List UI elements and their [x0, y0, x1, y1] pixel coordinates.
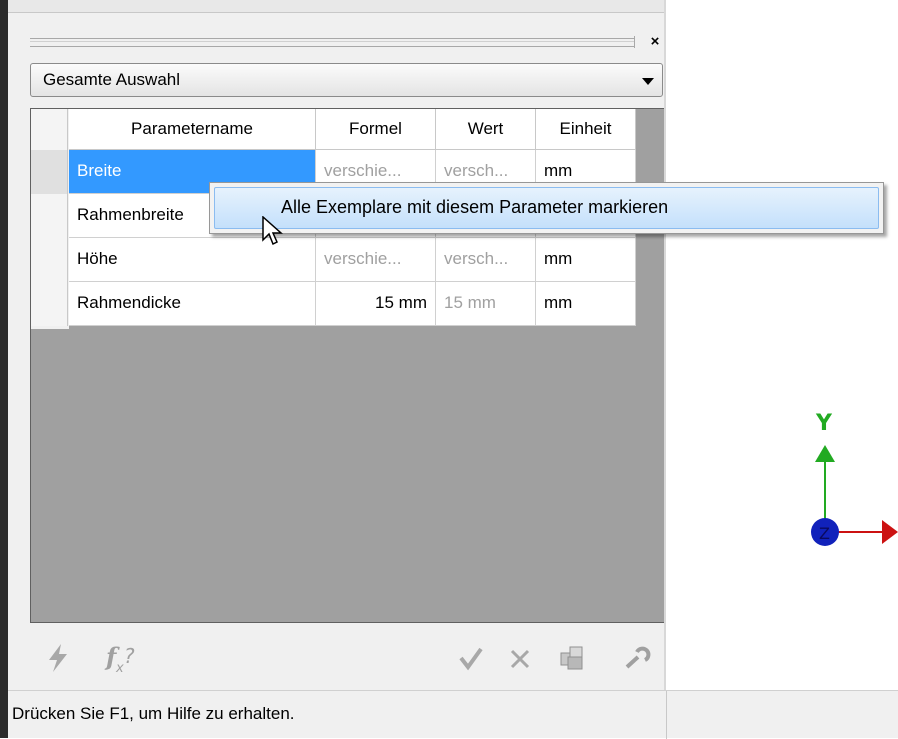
panel-top-strip [8, 0, 666, 13]
panel-grip[interactable] [30, 38, 634, 47]
param-unit-cell[interactable]: mm [536, 238, 636, 282]
corner-header [31, 109, 68, 150]
copy-icon[interactable] [558, 643, 588, 673]
lightning-icon[interactable] [46, 643, 70, 673]
svg-text:x: x [115, 661, 124, 675]
row-header[interactable] [31, 282, 68, 326]
mouse-cursor-icon [262, 216, 283, 246]
row-header[interactable] [31, 194, 68, 238]
wrench-icon[interactable] [624, 645, 652, 671]
column-header-unit[interactable]: Einheit [536, 109, 636, 150]
row-header[interactable] [31, 150, 68, 194]
row-header[interactable] [31, 238, 68, 282]
svg-text:?: ? [124, 644, 135, 668]
panel-toolbar: f x ? [30, 627, 670, 689]
status-bar: Drücken Sie F1, um Hilfe zu erhalten. [8, 690, 898, 739]
param-name-cell[interactable]: Rahmendicke [69, 282, 316, 326]
x-axis-arrow [882, 520, 898, 544]
column-header-value[interactable]: Wert [436, 109, 536, 150]
context-menu: Alle Exemplare mit diesem Parameter mark… [209, 182, 884, 234]
context-menu-item-highlight-all[interactable]: Alle Exemplare mit diesem Parameter mark… [214, 187, 879, 229]
axis-z-label: Z [819, 524, 830, 543]
column-header-name[interactable]: Parametername [69, 109, 316, 150]
param-value-cell: 15 mm [436, 282, 536, 326]
status-text: Drücken Sie F1, um Hilfe zu erhalten. [12, 704, 295, 723]
close-panel-button[interactable]: × [647, 34, 663, 50]
status-separator [666, 691, 667, 739]
context-menu-item-label: Alle Exemplare mit diesem Parameter mark… [281, 197, 669, 217]
param-formula-cell[interactable]: 15 mm [316, 282, 436, 326]
param-unit-cell[interactable]: mm [536, 282, 636, 326]
selection-dropdown[interactable]: Gesamte Auswahl [30, 63, 663, 97]
row-header-column [31, 109, 69, 329]
panel-right-edge [664, 0, 666, 690]
parameters-panel: × Gesamte Auswahl Parametername Formel W… [8, 0, 666, 690]
selection-dropdown-value: Gesamte Auswahl [43, 70, 181, 89]
param-formula-cell[interactable]: verschie... [316, 238, 436, 282]
chevron-down-icon [642, 78, 654, 85]
window-left-border [0, 0, 8, 738]
axis-triad: Y Z [811, 411, 898, 546]
checkmark-icon[interactable] [458, 645, 484, 671]
function-help-icon[interactable]: f x ? [104, 641, 144, 675]
param-value-cell: versch... [436, 238, 536, 282]
cancel-icon[interactable] [508, 647, 532, 671]
y-axis-arrow [815, 445, 835, 462]
panel-grip-end [634, 36, 635, 48]
column-header-formula[interactable]: Formel [316, 109, 436, 150]
axis-y-label: Y [815, 411, 833, 436]
